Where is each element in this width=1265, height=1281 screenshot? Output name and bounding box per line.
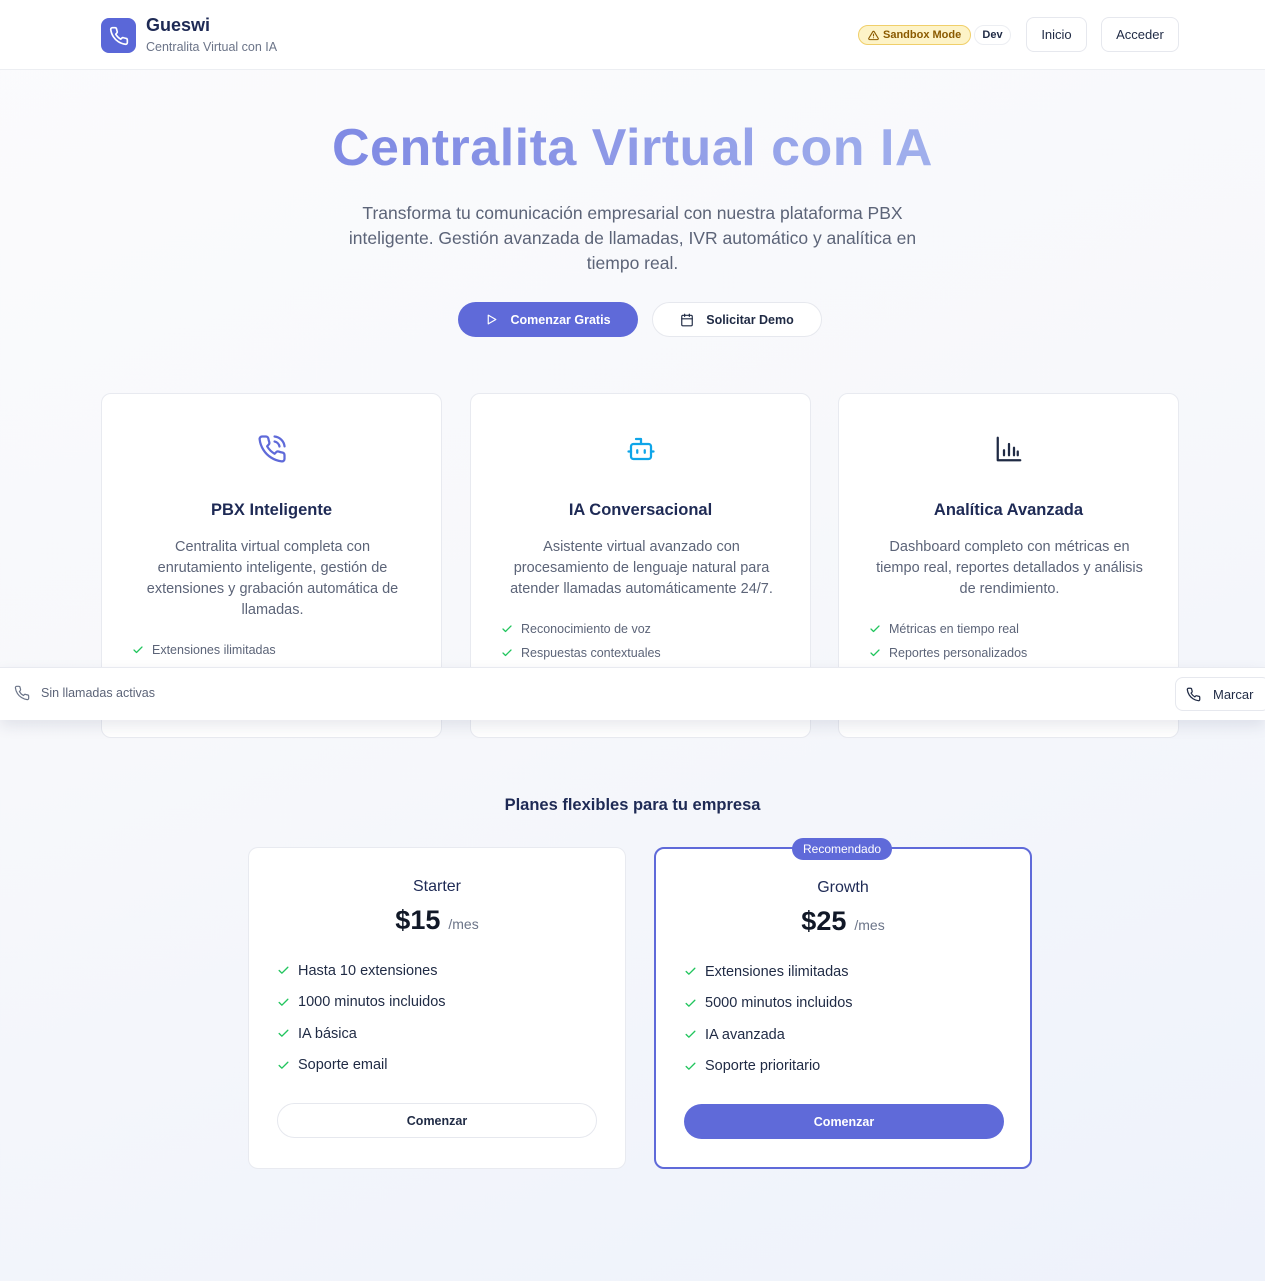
brand-subtitle: Centralita Virtual con IA [146, 40, 278, 54]
dial-button[interactable]: Marcar [1175, 677, 1265, 711]
list-item: Reconocimiento de voz [501, 617, 661, 641]
plan-name: Growth [817, 879, 869, 896]
plan-amount: $25 [801, 906, 847, 936]
list-item: Hasta 10 extensiones [277, 955, 446, 987]
phone-call-icon [102, 434, 441, 464]
feature-list: Extensiones ilimitadas [132, 638, 276, 662]
feature-title: Analítica Avanzada [933, 501, 1084, 519]
recommended-badge: Recomendado [792, 838, 893, 860]
nav-home-button[interactable]: Inicio [1026, 17, 1087, 52]
feature-title: IA Conversacional [568, 501, 713, 519]
list-item: Soporte prioritario [684, 1051, 853, 1083]
check-icon [278, 966, 289, 975]
call-status: Sin llamadas activas [14, 685, 155, 701]
sandbox-badge: Sandbox Mode [858, 25, 972, 45]
plan-period: /mes [854, 917, 885, 933]
plan-price: $25 /mes [656, 906, 1030, 937]
start-free-label: Comenzar Gratis [510, 312, 611, 327]
env-badge: Dev [974, 25, 1011, 45]
check-icon [278, 1029, 289, 1038]
list-item: IA básica [277, 1018, 446, 1050]
list-item: IA avanzada [684, 1019, 853, 1051]
feature-list: Reconocimiento de voz Respuestas context… [501, 617, 661, 665]
list-item: 5000 minutos incluidos [684, 988, 853, 1020]
check-icon [685, 967, 696, 976]
bar-chart-icon [839, 434, 1178, 464]
phone-icon [1186, 687, 1201, 701]
check-icon [502, 649, 512, 657]
check-icon [685, 1030, 696, 1039]
plan-period: /mes [448, 916, 479, 932]
check-icon [278, 1061, 289, 1069]
plan-price: $15 /mes [249, 905, 625, 936]
hero-title: Centralita Virtual con IA [0, 118, 1265, 178]
start-free-button[interactable]: Comenzar Gratis [458, 302, 638, 337]
plan-growth-cta-button[interactable]: Comenzar [684, 1104, 1004, 1139]
feature-description: Centralita virtual completa con enrutami… [146, 539, 399, 618]
plan-name: Starter [412, 878, 461, 895]
dial-label: Marcar [1213, 686, 1254, 702]
check-icon [685, 999, 696, 1007]
check-icon [133, 646, 143, 654]
plan-starter-cta-button[interactable]: Comenzar [277, 1103, 597, 1138]
plan-amount: $15 [395, 905, 441, 935]
plan-card-growth: Recomendado Growth $25 /mes Extensiones … [654, 838, 1032, 1169]
hero-description: Transforma tu comunicación empresarial c… [348, 203, 917, 273]
play-icon [488, 314, 497, 325]
login-button[interactable]: Acceder [1101, 17, 1179, 52]
calendar-icon [681, 313, 694, 326]
request-demo-button[interactable]: Solicitar Demo [652, 302, 822, 337]
plan-feature-list: Extensiones ilimitadas 5000 minutos incl… [684, 956, 853, 1082]
list-item: Extensiones ilimitadas [132, 638, 276, 662]
brand-name[interactable]: Gueswi [146, 15, 210, 36]
plan-card-starter: Starter $15 /mes Hasta 10 extensiones 10… [248, 847, 626, 1169]
list-item: 1000 minutos incluidos [277, 987, 446, 1019]
plans-title: Planes flexibles para tu empresa [504, 796, 761, 814]
call-status-bar: Sin llamadas activas Marcar [0, 667, 1265, 720]
check-icon [870, 649, 880, 657]
feature-list: Métricas en tiempo real Reportes persona… [869, 617, 1027, 665]
request-demo-label: Solicitar Demo [706, 312, 794, 327]
list-item: Métricas en tiempo real [869, 617, 1027, 641]
check-icon [870, 625, 880, 633]
call-status-text: Sin llamadas activas [41, 686, 155, 700]
check-icon [502, 625, 512, 633]
feature-description: Asistente virtual avanzado con procesami… [510, 539, 773, 597]
list-item: Extensiones ilimitadas [684, 956, 853, 988]
phone-icon [109, 26, 128, 45]
sandbox-label: Sandbox Mode [883, 29, 962, 41]
warning-icon [868, 30, 879, 40]
top-header: Gueswi Centralita Virtual con IA Sandbox… [0, 0, 1265, 70]
bot-icon [471, 434, 810, 464]
check-icon [685, 1062, 696, 1070]
list-item: Respuestas contextuales [501, 641, 661, 665]
feature-title: PBX Inteligente [210, 501, 333, 519]
phone-icon [14, 685, 30, 701]
feature-description: Dashboard completo con métricas en tiemp… [876, 539, 1143, 597]
list-item: Reportes personalizados [869, 641, 1027, 665]
logo[interactable] [101, 18, 136, 53]
plan-feature-list: Hasta 10 extensiones 1000 minutos inclui… [277, 955, 446, 1081]
check-icon [278, 998, 289, 1006]
list-item: Soporte email [277, 1050, 446, 1082]
